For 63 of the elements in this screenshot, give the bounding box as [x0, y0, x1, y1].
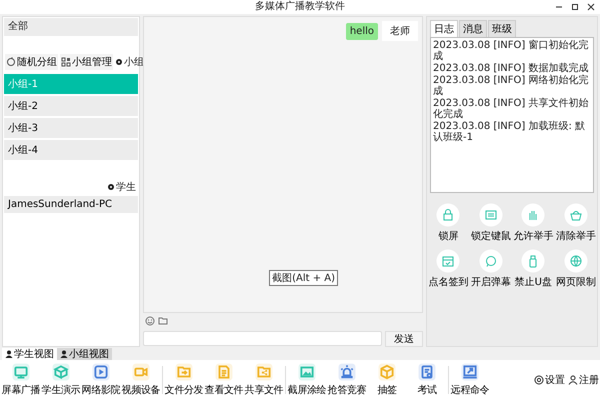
- view-tab[interactable]: 小组视图: [57, 348, 112, 360]
- toolbar-button[interactable]: 网络影院: [81, 363, 121, 397]
- action-button[interactable]: 网页限制: [554, 249, 597, 289]
- close-icon[interactable]: [586, 2, 596, 12]
- message-input[interactable]: [143, 331, 382, 346]
- toolbar-button[interactable]: 抽签: [367, 363, 407, 397]
- toolbar-button[interactable]: 抢答竞赛: [327, 363, 367, 397]
- action-button[interactable]: 允许举手: [512, 203, 554, 243]
- basket-icon: [564, 203, 588, 227]
- section-label: 学生: [116, 180, 136, 194]
- keyboard-icon: [478, 203, 503, 227]
- toolbar-button[interactable]: 查看文件: [204, 363, 244, 397]
- send-button[interactable]: 发送: [385, 331, 423, 347]
- action-button[interactable]: 锁屏: [427, 203, 470, 243]
- toolbar-button[interactable]: 截屏涂绘: [287, 363, 327, 397]
- log-line: 2023.03.08 [INFO] 数据加载完成: [433, 63, 590, 74]
- log-line: 2023.03.08 [INFO] 网络初始化完成: [433, 75, 590, 97]
- grid-icon: [61, 57, 71, 67]
- log-line: 2023.03.08 [INFO] 窗口初始化完成: [433, 40, 590, 62]
- user-icon: [568, 375, 578, 385]
- globe-icon: [564, 249, 588, 273]
- sender-name: 老师: [382, 21, 418, 41]
- toolbar-button[interactable]: 小组管理: [60, 54, 113, 70]
- group-item[interactable]: 小组-4: [4, 140, 138, 160]
- group-item[interactable]: 小组-3: [4, 118, 138, 138]
- footer-button[interactable]: 注册: [568, 373, 599, 387]
- settings-icon: [534, 375, 544, 385]
- tab[interactable]: 班级: [488, 20, 516, 37]
- footer-button[interactable]: 设置: [534, 373, 565, 387]
- usb-drive-icon: [521, 249, 546, 273]
- folder-icon[interactable]: [158, 316, 168, 326]
- toolbar-button[interactable]: 共享文件: [244, 363, 284, 397]
- toolbar-button[interactable]: 随机分组: [5, 54, 58, 70]
- action-button[interactable]: 点名签到: [427, 249, 470, 289]
- lock-icon: [436, 203, 460, 227]
- user-icon: [60, 350, 68, 358]
- toolbar-button[interactable]: 远程命令: [450, 363, 490, 397]
- user-icon: [5, 350, 13, 358]
- action-button[interactable]: 禁止U盘: [512, 249, 554, 289]
- view-tab[interactable]: 学生视图: [2, 348, 57, 360]
- emoji-icon[interactable]: [145, 316, 155, 326]
- toolbar-button[interactable]: 考试: [407, 363, 447, 397]
- toolbar-button[interactable]: 视频设备: [121, 363, 161, 397]
- student-item[interactable]: JamesSunderland-PC: [4, 196, 138, 213]
- tab[interactable]: 消息: [459, 20, 487, 37]
- tab[interactable]: 日志: [430, 20, 458, 37]
- toolbar-button[interactable]: 学生演示: [41, 363, 81, 397]
- log-line: 2023.03.08 [INFO] 共享文件初始化完成: [433, 98, 590, 120]
- group-header[interactable]: 全部: [4, 18, 138, 36]
- action-button[interactable]: 开启弹幕: [470, 249, 512, 289]
- toolbar-button[interactable]: 屏幕广播: [1, 363, 41, 397]
- action-button[interactable]: 锁定键鼠: [470, 203, 512, 243]
- log-line: 2023.03.08 [INFO] 加载班级: 默认班级-1: [433, 121, 586, 143]
- window-title: 多媒体广播教学软件: [255, 1, 345, 13]
- message-bubble: hello: [346, 22, 378, 40]
- group-item[interactable]: 小组-2: [4, 96, 138, 116]
- chat-bubble-icon: [478, 249, 503, 273]
- action-button[interactable]: 清除举手: [554, 203, 597, 243]
- maximize-icon[interactable]: [570, 2, 580, 12]
- section-label: 小组: [124, 56, 144, 69]
- tooltip: 截图(Alt + A): [269, 270, 338, 286]
- toolbar-button[interactable]: 文件分发: [164, 363, 204, 397]
- calendar-icon: [436, 249, 460, 273]
